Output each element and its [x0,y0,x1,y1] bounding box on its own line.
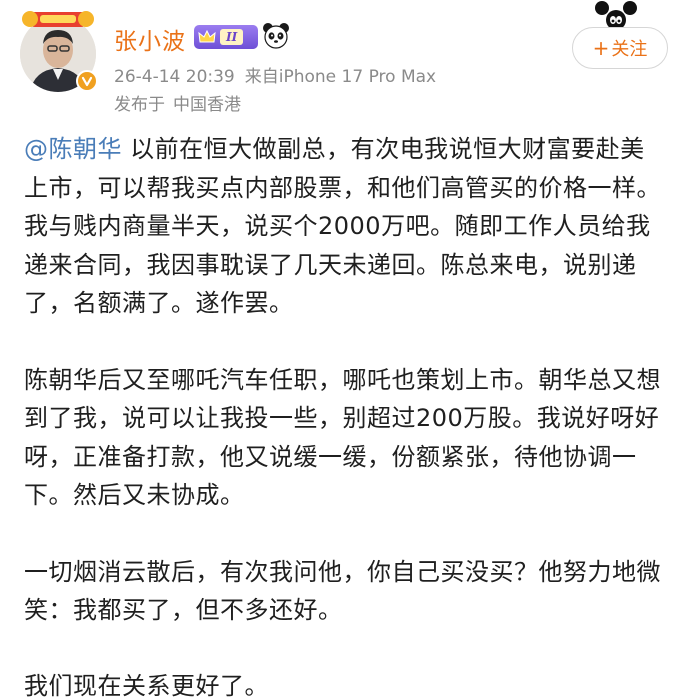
follow-button[interactable]: + 关注 [572,27,668,69]
post-meta: 26-4-14 20:39 来自iPhone 17 Pro Max [114,62,436,87]
panda-icon[interactable] [262,22,290,50]
level-badge[interactable]: II [194,25,258,49]
crown-icon [198,29,216,43]
level-badge-text: II [220,29,244,45]
username[interactable]: 张小波 [114,22,186,56]
post-paragraph-4: 我们现在关系更好了。 [24,672,269,698]
follow-button-label: 关注 [611,39,648,60]
post-paragraph-3: 一切烟消云散后，有次我问他，你自己买没买？他努力地微笑：我都买了，但不多还好。 [24,557,661,625]
weibo-post: 张小波 II + 关注 26-4-14 20:39 来自iPhone 17 Pro… [0,0,690,698]
avatar-container[interactable] [20,11,98,92]
mention-link[interactable]: @陈朝华 [24,135,122,163]
location-text: 中国香港 [173,95,241,115]
post-location: 发布于 中国香港 [114,90,241,115]
plus-icon: + [592,36,610,60]
post-body: @陈朝华 以前在恒大做副总，有次电我说恒大财富要赴美上市，可以帮我买点内部股票，… [24,130,664,698]
mickey-ears-icon [595,1,637,28]
post-timestamp: 26-4-14 20:39 [114,67,235,87]
post-source: 来自iPhone 17 Pro Max [244,67,437,87]
published-label: 发布于 [114,95,165,115]
post-paragraph-2: 陈朝华后又至哪吒汽车任职，哪吒也策划上市。朝华总又想到了我，说可以让我投一些，别… [24,365,661,510]
avatar-frame-icon [22,11,94,27]
post-paragraph-1: @陈朝华 以前在恒大做副总，有次电我说恒大财富要赴美上市，可以帮我买点内部股票，… [24,130,664,323]
verified-badge-icon [76,70,98,92]
